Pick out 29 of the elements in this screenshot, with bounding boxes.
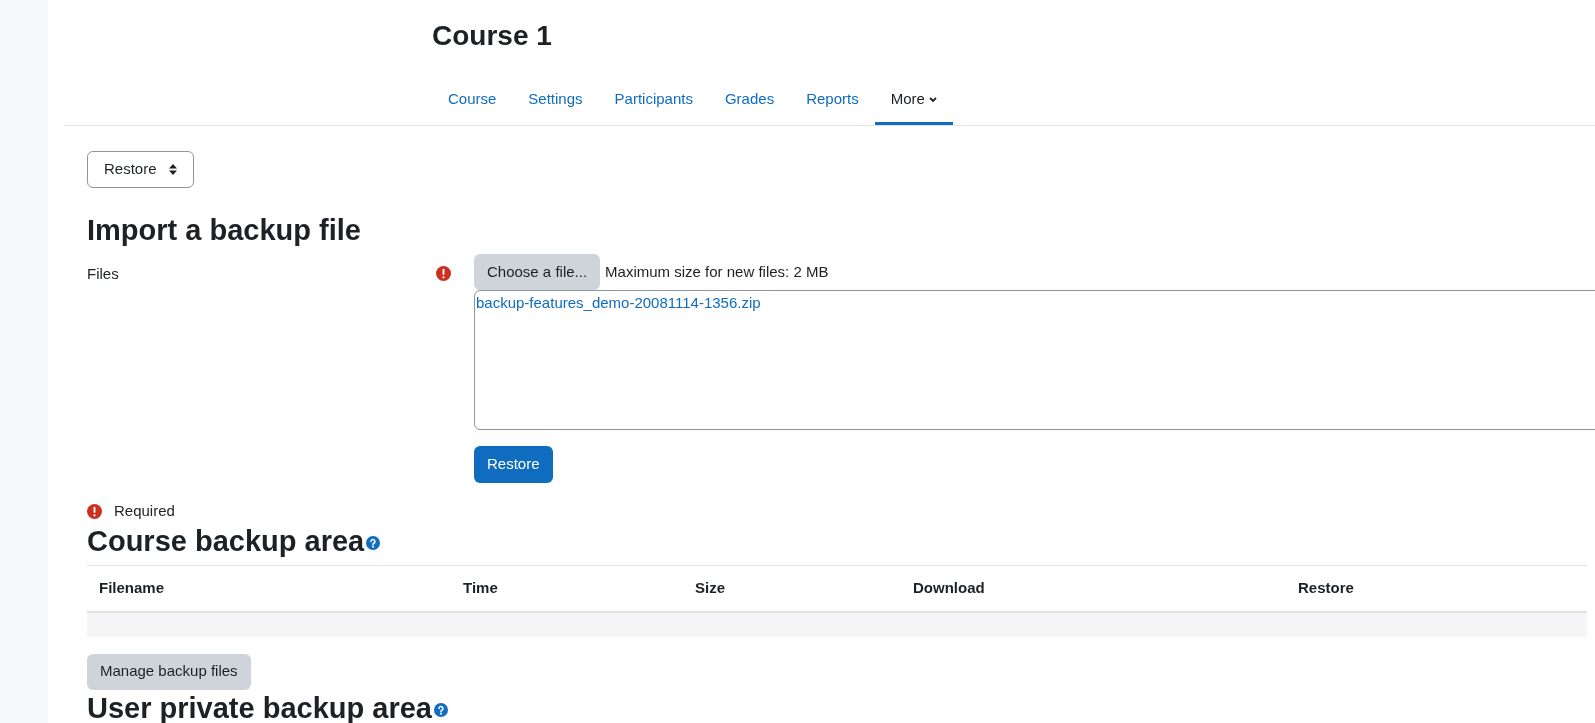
field-label: Files [87, 265, 119, 282]
action-select[interactable]: Restore [87, 151, 194, 188]
nav-tab[interactable]: More [874, 77, 953, 125]
section-heading: Import a backup file [87, 213, 361, 248]
required-icon [87, 503, 102, 519]
section-heading: Course backup area [87, 522, 381, 559]
required-icon [436, 266, 451, 281]
file-drop-area[interactable]: backup-features_demo-20081114-1356.zip [474, 290, 1595, 430]
page-title: Course 1 [432, 19, 552, 53]
sort-caret-icon [168, 164, 177, 175]
nav-tab[interactable]: Grades [708, 77, 791, 125]
manage-backup-files-button[interactable]: Manage backup files [87, 653, 251, 690]
column-header: Download [913, 578, 985, 596]
column-header: Size [695, 578, 725, 596]
nav-tab[interactable]: Reports [790, 77, 875, 125]
file-link[interactable]: backup-features_demo-20081114-1356.zip [476, 292, 761, 315]
column-header: Filename [99, 578, 165, 596]
nav-tab[interactable]: Course [432, 77, 513, 125]
restore-button[interactable]: Restore [474, 446, 553, 483]
column-header: Time [463, 578, 498, 596]
help-icon[interactable] [366, 535, 381, 550]
section-heading: User private backup area [87, 689, 448, 723]
nav-tab[interactable]: Participants [598, 77, 709, 125]
required-note: Required [114, 501, 175, 521]
column-header: Restore [1298, 578, 1354, 596]
nav-tab[interactable]: Settings [512, 77, 599, 125]
help-icon[interactable] [433, 702, 448, 717]
max-size-text: Maximum size for new files: 2 MB [605, 261, 829, 282]
choose-file-button[interactable]: Choose a file... [474, 254, 601, 290]
